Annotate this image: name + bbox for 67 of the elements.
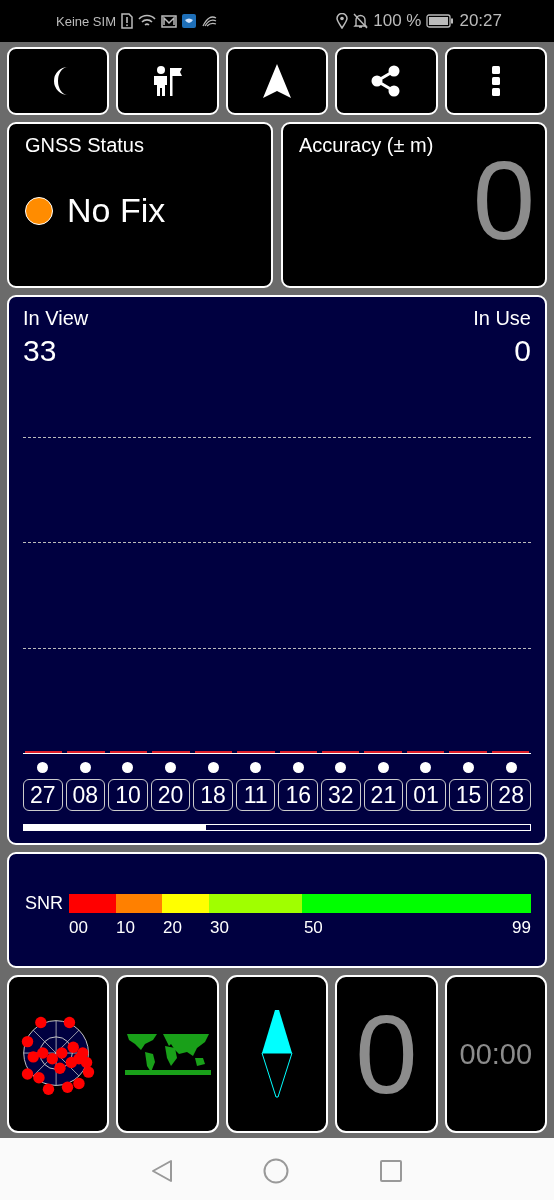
scale-label: 00 [69,918,88,937]
carrier-text: Keine SIM [56,13,116,29]
dot-icon [292,761,304,773]
fix-status-text: No Fix [67,191,166,230]
scale-label: 99 [512,918,531,937]
dot-icon [377,761,389,773]
toolbar-button[interactable] [116,47,219,115]
battery-icon [426,14,455,28]
dot-icon [463,761,475,773]
dot-icon [79,761,91,773]
back-icon [151,1159,173,1183]
snr-label: SNR [25,894,63,913]
compass-button[interactable] [225,975,329,1133]
scale-label: 50 [303,918,323,937]
dot-icon [250,761,262,773]
in-use-count: 0 [513,334,531,368]
swirl-icon [201,14,217,28]
battery-percent-text: 100 % [373,11,422,31]
dot-icon [165,761,176,773]
location-icon [336,13,349,29]
satellite-id: 21 [363,779,404,811]
home-icon [263,1158,289,1184]
recents-icon [379,1159,403,1183]
in-view-count: 33 [23,334,58,368]
dot-icon [335,761,347,773]
timer-button[interactable]: 00:00 [444,975,547,1133]
toolbar-button[interactable] [7,47,110,115]
navigation-arrow-icon [260,62,294,100]
bell-off-icon [353,13,369,29]
satellite-id: 28 [491,779,531,811]
clock-text: 20:27 [459,11,502,31]
dot-icon [505,761,517,773]
dot-icon [207,761,219,773]
status-dot-icon [25,196,53,225]
satellite-id: 08 [65,779,106,811]
toolbar-button[interactable] [335,47,438,115]
sky-view-button[interactable] [7,975,110,1133]
satellite-id: 27 [23,779,63,811]
accuracy-value: 0 [472,145,535,257]
in-use-label: In Use [473,307,531,330]
card-title: Accuracy (± m) [299,134,435,157]
card-title: GNSS Status [25,134,145,157]
toolbar-button[interactable] [225,47,329,115]
dot-icon [122,761,134,773]
sim-alert-icon [121,13,133,29]
scale-label: 10 [116,918,135,937]
satellite-id: 01 [406,779,446,811]
app-icon [182,14,196,28]
satellite-id: 32 [321,779,361,811]
satellite-id: 15 [448,779,489,811]
satellite-id: 18 [193,779,233,811]
satellite-id: 10 [108,779,148,811]
satellite-id: 11 [235,779,276,811]
world-map-button[interactable] [116,975,219,1133]
satellite-count-button[interactable]: 0 [335,975,438,1133]
more-options-icon [490,64,501,98]
toolbar-button[interactable] [444,47,547,115]
wifi-icon [138,14,156,28]
in-view-label: In View [23,307,89,330]
compass-needle-icon [261,1009,293,1099]
scale-label: 20 [162,918,182,937]
satellite-id: 16 [278,779,319,811]
scale-label: 30 [209,918,229,937]
mail-icon [161,14,177,28]
dot-icon [420,761,432,773]
satellite-id: 20 [150,779,191,811]
dot-icon [37,761,49,773]
